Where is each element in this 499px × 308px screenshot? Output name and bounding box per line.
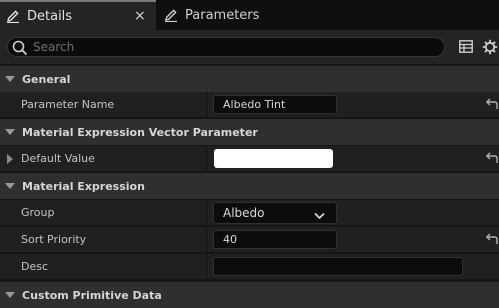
tab-details-label: Details xyxy=(27,8,73,24)
close-icon[interactable]: × xyxy=(134,8,146,24)
pencil-icon xyxy=(6,9,20,23)
category-general[interactable]: General xyxy=(0,66,499,92)
property-label: Default Value xyxy=(21,152,95,165)
search-icon xyxy=(12,40,28,59)
search-box[interactable] xyxy=(7,37,445,57)
column-divider[interactable] xyxy=(206,200,207,226)
tab-parameters[interactable]: Parameters xyxy=(158,0,298,30)
color-swatch[interactable] xyxy=(214,149,333,168)
table-icon[interactable] xyxy=(459,40,473,56)
category-vector-parameter[interactable]: Material Expression Vector Parameter xyxy=(0,119,499,145)
group-dropdown-value: Albedo xyxy=(223,206,265,220)
column-divider[interactable] xyxy=(206,92,207,118)
tab-bar: Details × Parameters xyxy=(0,0,499,30)
category-material-expression[interactable]: Material Expression xyxy=(0,173,499,199)
expand-arrow-icon[interactable] xyxy=(7,154,13,164)
property-row-desc: Desc xyxy=(0,254,499,280)
property-label: Group xyxy=(21,206,55,219)
desc-field[interactable] xyxy=(213,257,463,276)
property-label: Desc xyxy=(21,260,49,273)
reset-arrow-icon[interactable] xyxy=(485,152,498,167)
category-label: General xyxy=(22,72,71,86)
reset-arrow-icon[interactable] xyxy=(485,98,498,113)
category-label: Material Expression Vector Parameter xyxy=(22,125,258,139)
property-row-parameter-name: Parameter Name Albedo Tint xyxy=(0,92,499,118)
details-toolbar xyxy=(0,30,499,64)
column-divider[interactable] xyxy=(206,227,207,253)
property-label: Parameter Name xyxy=(21,98,115,111)
property-row-sort-priority: Sort Priority 40 xyxy=(0,227,499,253)
category-custom-primitive-data[interactable]: Custom Primitive Data xyxy=(0,282,499,308)
tab-details[interactable]: Details × xyxy=(0,0,156,30)
parameter-name-field[interactable]: Albedo Tint xyxy=(213,95,337,114)
column-divider[interactable] xyxy=(206,254,207,280)
property-row-default-value: Default Value xyxy=(0,146,499,172)
property-label: Sort Priority xyxy=(21,233,87,246)
pencil-icon xyxy=(164,8,178,22)
sort-priority-field[interactable]: 40 xyxy=(213,230,337,249)
settings-icon[interactable] xyxy=(482,39,498,58)
property-row-group: Group Albedo xyxy=(0,200,499,226)
collapse-arrow-icon[interactable] xyxy=(5,183,15,189)
category-label: Material Expression xyxy=(22,179,145,193)
column-divider[interactable] xyxy=(206,146,207,172)
search-input[interactable] xyxy=(33,39,433,55)
collapse-arrow-icon[interactable] xyxy=(5,129,15,135)
chevron-down-icon xyxy=(314,209,325,223)
collapse-arrow-icon[interactable] xyxy=(5,76,15,82)
reset-arrow-icon[interactable] xyxy=(485,233,498,248)
collapse-arrow-icon[interactable] xyxy=(5,292,15,298)
tab-parameters-label: Parameters xyxy=(185,7,260,23)
group-dropdown[interactable]: Albedo xyxy=(213,202,337,224)
